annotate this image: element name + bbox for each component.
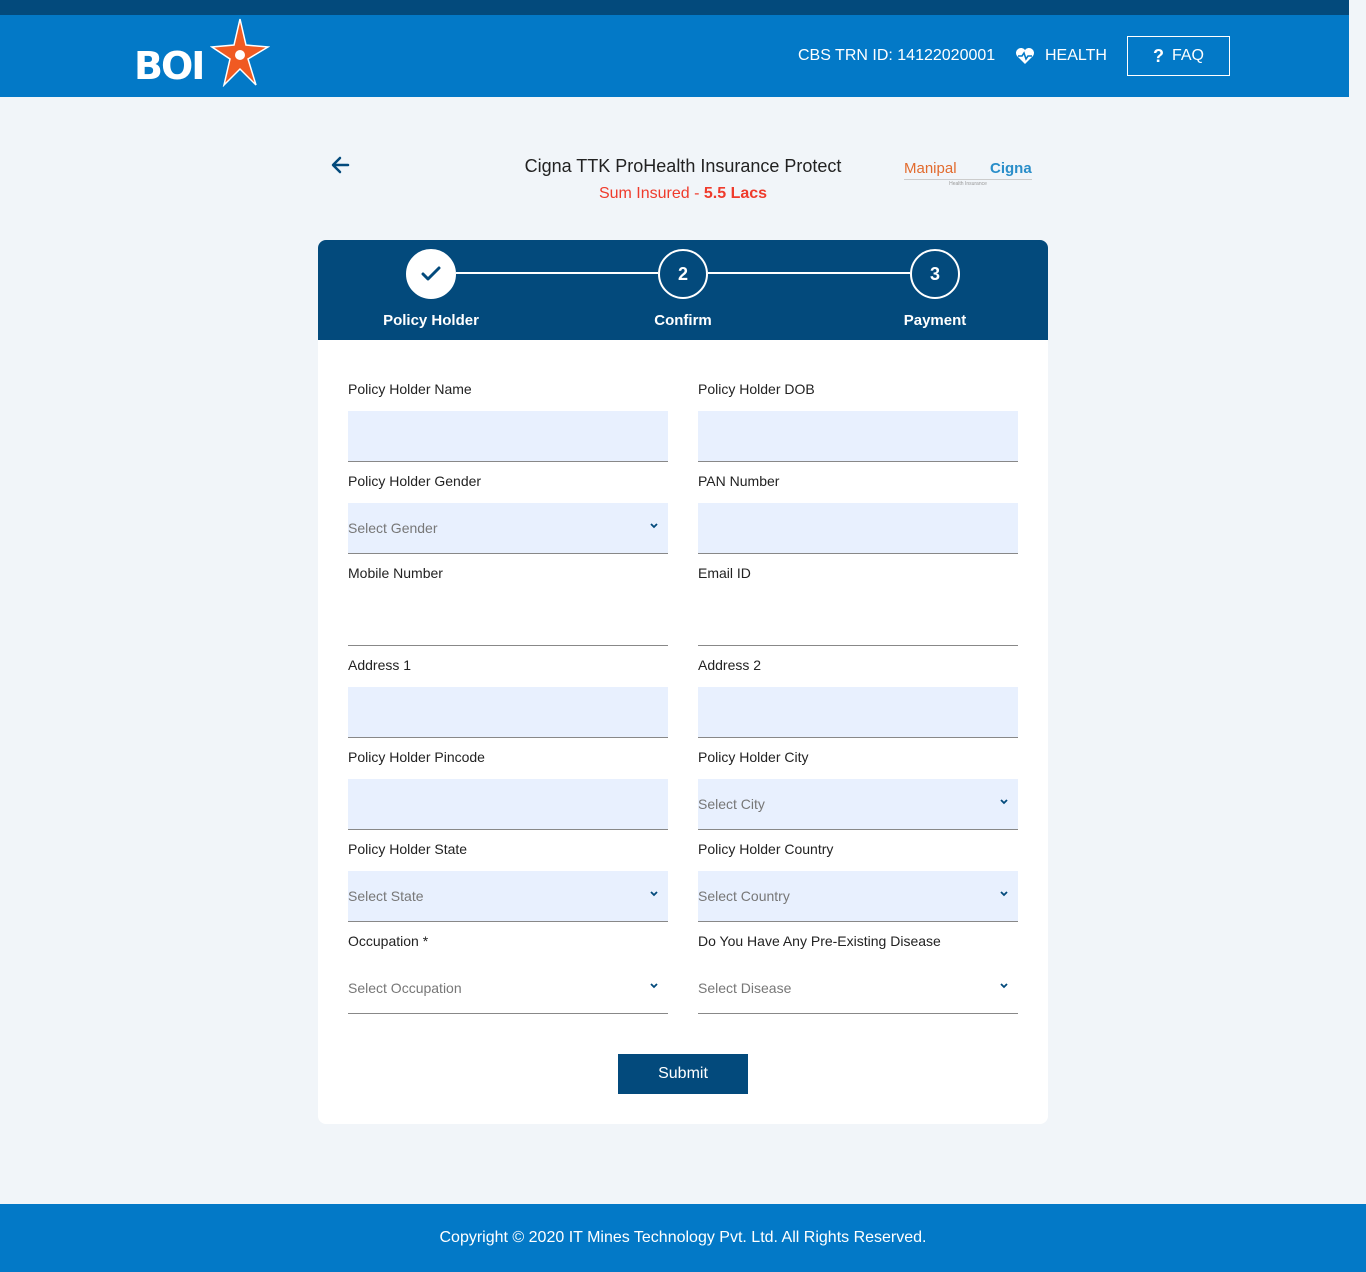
occupation-placeholder: Select Occupation [348, 980, 462, 996]
insurer-name-2: Cigna [990, 160, 1032, 177]
address2-label: Address 2 [698, 657, 762, 673]
form-card: 2 3 Policy Holder Confirm Payment Policy… [318, 240, 1048, 1124]
question-icon: ? [1152, 45, 1164, 66]
header: BOI CBS TRN ID: 14122020001 HEALTH ? FAQ [0, 15, 1349, 97]
disease-select[interactable]: Select Disease [698, 963, 1018, 1014]
sum-label: Sum Insured - [598, 185, 704, 202]
state-select[interactable]: Select State [348, 871, 668, 922]
state-field: Policy Holder State Select State [348, 839, 668, 922]
pan-label: PAN Number [698, 473, 780, 489]
insurer-sub: Health Insurance [904, 179, 1032, 187]
address2-input[interactable] [698, 687, 1018, 738]
pincode-label: Policy Holder Pincode [348, 749, 485, 765]
footer-copyright: Copyright © 2020 IT Mines Technology Pvt… [0, 1204, 1366, 1272]
logo-text: BOI [134, 44, 205, 88]
city-select[interactable]: Select City [698, 779, 1018, 830]
check-icon [421, 266, 441, 281]
email-label: Email ID [698, 565, 751, 581]
city-placeholder: Select City [698, 796, 765, 812]
step-connector [456, 272, 658, 274]
chevron-down-icon [1000, 983, 1008, 989]
heart-pulse-icon [1016, 48, 1034, 64]
email-field: Email ID [698, 563, 1018, 646]
occupation-select[interactable]: Select Occupation [348, 963, 668, 1014]
mobile-field: Mobile Number [348, 563, 668, 646]
gender-select[interactable]: Select Gender [348, 503, 668, 554]
country-placeholder: Select Country [698, 888, 790, 904]
pincode-input[interactable] [348, 779, 668, 830]
chevron-down-icon [1000, 799, 1008, 805]
step-1-circle [406, 249, 456, 299]
chevron-down-icon [650, 891, 658, 897]
submit-button[interactable]: Submit [618, 1054, 748, 1094]
mobile-label: Mobile Number [348, 565, 443, 581]
holder-dob-label: Policy Holder DOB [698, 381, 815, 397]
step-2-label: Confirm [654, 312, 712, 329]
stepper: 2 3 Policy Holder Confirm Payment [318, 240, 1048, 340]
trn-id: CBS TRN ID: 14122020001 [798, 47, 996, 64]
insurer-name-1: Manipal [904, 160, 957, 177]
email-input[interactable] [698, 595, 1018, 646]
holder-name-label: Policy Holder Name [348, 381, 472, 397]
pan-input[interactable] [698, 503, 1018, 554]
address1-label: Address 1 [348, 657, 412, 673]
faq-label: FAQ [1171, 47, 1204, 64]
address2-field: Address 2 [698, 655, 1018, 738]
occupation-label: Occupation * [348, 933, 429, 949]
address1-field: Address 1 [348, 655, 668, 738]
gender-placeholder: Select Gender [348, 520, 438, 536]
health-label: HEALTH [1045, 47, 1107, 64]
step-2-circle: 2 [658, 249, 708, 299]
chevron-down-icon [1000, 891, 1008, 897]
disease-placeholder: Select Disease [698, 980, 792, 996]
city-field: Policy Holder City Select City [698, 747, 1018, 830]
address1-input[interactable] [348, 687, 668, 738]
country-select[interactable]: Select Country [698, 871, 1018, 922]
pan-field: PAN Number [698, 471, 1018, 554]
pincode-field: Policy Holder Pincode [348, 747, 668, 830]
occupation-field: Occupation * Select Occupation [348, 931, 668, 1014]
health-link[interactable]: HEALTH [1015, 43, 1107, 69]
sum-value: 5.5 Lacs [703, 185, 768, 202]
mobile-input[interactable] [348, 595, 668, 646]
state-placeholder: Select State [348, 888, 424, 904]
country-field: Policy Holder Country Select Country [698, 839, 1018, 922]
city-label: Policy Holder City [698, 749, 809, 765]
star-icon [210, 18, 270, 87]
boi-logo[interactable]: BOI [134, 17, 274, 89]
step-3-circle: 3 [910, 249, 960, 299]
disease-label: Do You Have Any Pre-Existing Disease [698, 933, 941, 949]
holder-name-field: Policy Holder Name [348, 379, 668, 462]
state-label: Policy Holder State [348, 841, 468, 857]
gender-label: Policy Holder Gender [348, 473, 482, 489]
step-1-label: Policy Holder [383, 312, 479, 329]
top-strip [0, 0, 1349, 15]
holder-dob-input[interactable] [698, 411, 1018, 462]
step-3-label: Payment [903, 312, 967, 329]
insurer-logo: Manipal Cigna Health Insurance [904, 158, 1034, 190]
holder-dob-field: Policy Holder DOB [698, 379, 1018, 462]
step-connector [708, 272, 910, 274]
disease-field: Do You Have Any Pre-Existing Disease Sel… [698, 931, 1018, 1014]
chevron-down-icon [650, 523, 658, 529]
faq-button[interactable]: ? FAQ [1127, 36, 1230, 76]
gender-field: Policy Holder Gender Select Gender [348, 471, 668, 554]
chevron-down-icon [650, 983, 658, 989]
holder-name-input[interactable] [348, 411, 668, 462]
country-label: Policy Holder Country [698, 841, 834, 857]
